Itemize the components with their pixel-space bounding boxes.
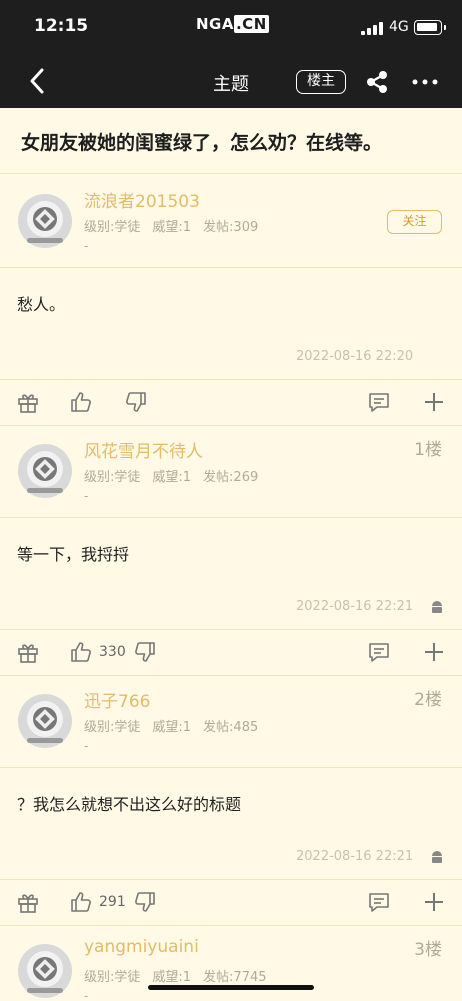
username[interactable]: 流浪者201503 [84, 187, 200, 212]
avatar[interactable] [17, 193, 73, 249]
post-header: 流浪者201503 级别:学徒 威望:1 发帖:309 - 关注 [0, 175, 462, 265]
post-actions: 291 [0, 880, 462, 924]
post-header: 风花雪月不待人 级别:学徒 威望:1 发帖:269 - 1楼 [0, 425, 462, 515]
post-item: 流浪者201503 级别:学徒 威望:1 发帖:309 - 关注 愁人。 2022-… [0, 175, 462, 425]
thumbs-down-icon[interactable] [133, 890, 157, 914]
username[interactable]: yangmiyuaini [84, 937, 199, 957]
page-title: 主题 [213, 74, 249, 95]
like-count: 330 [99, 644, 126, 660]
divider [0, 517, 462, 518]
floor-number: 3楼 [414, 940, 442, 960]
username[interactable]: 风花雪月不待人 [84, 437, 203, 462]
app-logo-main: NGA [196, 15, 234, 33]
thread-title: 女朋友被她的闺蜜绿了，怎么劝？在线等。 [21, 132, 383, 154]
home-indicator[interactable] [148, 985, 314, 990]
android-icon [432, 601, 442, 613]
post-actions [0, 380, 462, 424]
more-button[interactable] [410, 68, 440, 96]
like-count: 291 [99, 894, 126, 910]
comment-icon[interactable] [367, 390, 391, 414]
user-meta: 级别:学徒 威望:1 发帖:485 [84, 720, 259, 735]
username[interactable]: 迅子766 [84, 687, 150, 712]
app-logo-suffix: .CN [233, 15, 269, 33]
battery-icon [414, 20, 446, 35]
floor-number: 1楼 [414, 440, 442, 460]
post-header: 迅子766 级别:学徒 威望:1 发帖:485 - 2楼 [0, 675, 462, 765]
post-item: 风花雪月不待人 级别:学徒 威望:1 发帖:269 - 1楼 等一下，我捋捋 202… [0, 425, 462, 675]
signal-icon [361, 22, 383, 35]
thumbs-down-icon[interactable] [124, 390, 148, 414]
thumbs-up-icon[interactable] [69, 890, 93, 914]
gift-icon[interactable] [16, 390, 40, 414]
share-icon [367, 71, 387, 93]
post-time: 2022-08-16 22:21 [296, 599, 414, 614]
share-button[interactable] [364, 68, 390, 96]
post-item: 迅子766 级别:学徒 威望:1 发帖:485 - 2楼 ？我怎么就想不出这么好的标… [0, 675, 462, 925]
gift-icon[interactable] [16, 890, 40, 914]
avatar[interactable] [17, 443, 73, 499]
post-time: 2022-08-16 22:21 [296, 849, 414, 864]
avatar[interactable] [17, 943, 73, 999]
post-content: ？我怎么就想不出这么好的标题 [17, 795, 242, 814]
follow-button[interactable]: 关注 [387, 210, 442, 234]
android-icon [432, 851, 442, 863]
post-content: 等一下，我捋捋 [17, 545, 130, 564]
louzhu-filter-button[interactable]: 楼主 [296, 70, 346, 94]
plus-icon[interactable] [422, 890, 446, 914]
user-extra: - [84, 239, 89, 253]
post-time: 2022-08-16 22:20 [296, 349, 414, 364]
floor-number: 2楼 [414, 690, 442, 710]
more-icon [412, 79, 438, 85]
network-type: 4G [389, 19, 409, 35]
user-meta: 级别:学徒 威望:1 发帖:7745 [84, 970, 267, 985]
gift-icon[interactable] [16, 640, 40, 664]
post-content: 愁人。 [17, 295, 66, 314]
thumbs-up-icon[interactable] [69, 640, 93, 664]
plus-icon[interactable] [422, 390, 446, 414]
thumbs-up-icon[interactable] [69, 390, 93, 414]
user-extra: - [84, 989, 89, 1001]
status-bar: 12:15 NGA .CN 4G [0, 0, 462, 58]
status-time: 12:15 [34, 16, 89, 36]
comment-icon[interactable] [367, 890, 391, 914]
app-logo: NGA .CN [196, 15, 269, 33]
user-meta: 级别:学徒 威望:1 发帖:269 [84, 470, 259, 485]
plus-icon[interactable] [422, 640, 446, 664]
user-extra: - [84, 739, 89, 753]
thread-title-bar: 女朋友被她的闺蜜绿了，怎么劝？在线等。 [0, 108, 462, 174]
top-bar: 12:15 NGA .CN 4G 主题 楼主 [0, 0, 462, 108]
post-actions: 330 [0, 630, 462, 674]
thumbs-down-icon[interactable] [133, 640, 157, 664]
divider [0, 267, 462, 268]
user-extra: - [84, 489, 89, 503]
user-meta: 级别:学徒 威望:1 发帖:309 [84, 220, 259, 235]
avatar[interactable] [17, 693, 73, 749]
divider [0, 767, 462, 768]
comment-icon[interactable] [367, 640, 391, 664]
